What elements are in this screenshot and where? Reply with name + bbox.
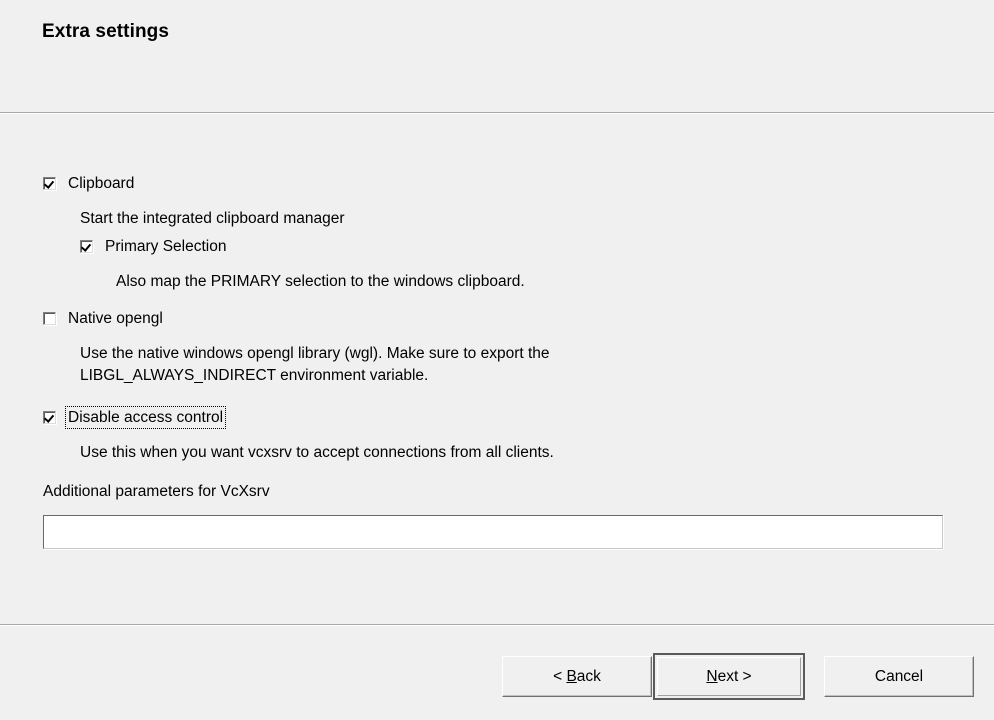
cancel-button-label: Cancel	[874, 667, 924, 685]
next-button-label: Next >	[706, 668, 751, 686]
clipboard-checkbox[interactable]	[43, 177, 56, 190]
page-title: Extra settings	[42, 21, 170, 42]
native-opengl-description: Use the native windows opengl library (w…	[80, 345, 550, 384]
next-button[interactable]: Next >	[653, 653, 805, 700]
option-primary-selection[interactable]: Primary Selection	[80, 236, 228, 257]
cancel-button[interactable]: Cancel	[824, 656, 974, 697]
disable-access-control-checkbox[interactable]	[43, 411, 56, 424]
back-button-label: < Back	[553, 668, 601, 686]
primary-selection-checkbox[interactable]	[80, 240, 93, 253]
option-clipboard[interactable]: Clipboard	[43, 173, 136, 194]
back-button-accel: B	[566, 667, 577, 685]
option-disable-access-control[interactable]: Disable access control	[43, 406, 227, 429]
next-button-inner: Next >	[657, 657, 801, 696]
clipboard-label: Clipboard	[68, 175, 135, 192]
primary-selection-description: Also map the PRIMARY selection to the wi…	[116, 273, 525, 290]
option-native-opengl[interactable]: Native opengl	[43, 308, 165, 329]
footer-separator	[0, 624, 994, 625]
next-button-suffix: ext >	[717, 667, 752, 685]
additional-parameters-label: Additional parameters for VcXsrv	[43, 483, 270, 500]
primary-selection-label: Primary Selection	[105, 238, 227, 255]
back-button[interactable]: < Back	[502, 656, 652, 697]
disable-access-control-label: Disable access control	[64, 406, 227, 429]
back-button-prefix: <	[553, 667, 567, 685]
back-button-suffix: ack	[576, 667, 601, 685]
additional-parameters-input[interactable]	[43, 515, 943, 549]
next-button-accel: N	[706, 667, 718, 685]
native-opengl-checkbox[interactable]	[43, 312, 56, 325]
clipboard-description: Start the integrated clipboard manager	[80, 210, 345, 227]
disable-access-control-description: Use this when you want vcxsrv to accept …	[80, 444, 554, 461]
native-opengl-label: Native opengl	[68, 310, 163, 327]
